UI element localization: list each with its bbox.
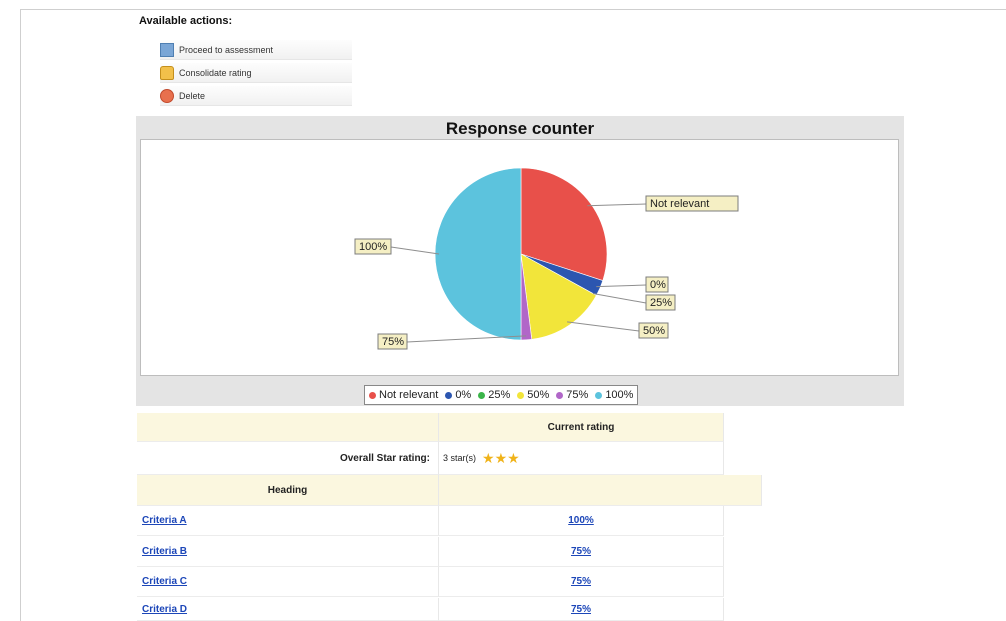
criteria-link[interactable]: Criteria D [142,604,187,615]
star-icon: ★ [494,450,508,466]
legend-label: 75% [566,389,589,401]
legend-label: 100% [605,389,634,401]
available-actions-title: Available actions: [139,15,233,27]
criteria-cell: Criteria D [137,598,439,621]
plot-area: Not relevant 0% 25% 50% 75% 100% [140,139,899,376]
rating-cell: 75% [439,598,724,621]
rating-cell: 75% [439,567,724,597]
pie-leader-line [596,284,647,288]
pie-leader-line [587,203,647,207]
rating-link[interactable]: 100% [568,515,594,526]
legend-swatch [445,391,453,399]
pie-leader-line [592,293,647,304]
criteria-link[interactable]: Criteria A [142,515,187,526]
heading-rating-header [439,475,762,506]
action-label: Delete [179,90,206,101]
legend-label: 25% [488,389,511,401]
legend-label: 0% [455,389,472,401]
pie-chart: Not relevant 0% 25% 50% 75% 100% [354,167,739,350]
rating-link[interactable]: 75% [571,546,591,557]
legend-label: Not relevant [379,389,439,401]
action-label: Proceed to assessment [179,44,274,55]
action-label: Consolidate rating [179,67,252,78]
consolidate-rating-action[interactable]: Consolidate rating [160,63,352,83]
delete-action[interactable]: Delete [160,86,352,106]
proceed-to-assessment-action[interactable]: Proceed to assessment [160,40,352,60]
criteria-cell: Criteria B [137,537,439,567]
rating-cell: 75% [439,537,724,567]
legend-swatch [369,391,376,399]
pie-slice-label: 50% [643,325,665,337]
rating-link[interactable]: 75% [571,576,591,587]
legend-item: 50% [517,389,549,401]
heading-header: Heading [137,475,439,506]
legend-swatch [556,391,564,399]
delete-icon [160,88,174,103]
chart-title: Response counter [445,119,595,138]
pie-leader-line [567,321,640,332]
star-count: 3 star(s) [443,453,477,463]
criteria-link[interactable]: Criteria B [142,546,187,557]
pie-slice-100- [434,167,522,341]
overall-star-value: 3 star(s) ★ ★ ★ [439,442,724,475]
criteria-cell: Criteria A [137,506,439,536]
legend-swatch [478,391,486,399]
pie-slice-label: Not relevant [650,198,709,210]
current-rating-header: Current rating [439,413,724,442]
overall-star-label: Overall Star rating: [137,442,439,475]
legend-item: 25% [478,389,510,401]
rating-cell: 100% [439,506,724,536]
criteria-cell: Criteria C [137,567,439,597]
chart-legend: Not relevant 0% 25% 50% 75% 100% [364,385,639,405]
response-counter-panel: Response counter Not relevant 0% 25% 50% 75%… [136,116,904,406]
legend-swatch [517,391,525,399]
pie-leader-line [390,246,440,255]
pie-slice-label: 100% [359,241,387,253]
legend-item: 75% [556,389,588,401]
pie-slice-label: 0% [650,279,666,291]
legend-item: Not relevant [369,389,438,401]
consolidate-icon [160,65,174,80]
rating-link[interactable]: 75% [571,604,591,615]
assessment-icon [160,42,174,57]
legend-item: 100% [595,389,633,401]
table-header-empty [137,413,439,442]
legend-label: 50% [527,389,550,401]
pie-slice-label: 25% [650,297,672,309]
legend-swatch [595,391,603,399]
star-icon: ★ [507,450,520,466]
pie-slice-label: 75% [382,336,404,348]
legend-item: 0% [445,389,471,401]
criteria-link[interactable]: Criteria C [142,576,187,587]
star-icon: ★ [482,450,495,466]
